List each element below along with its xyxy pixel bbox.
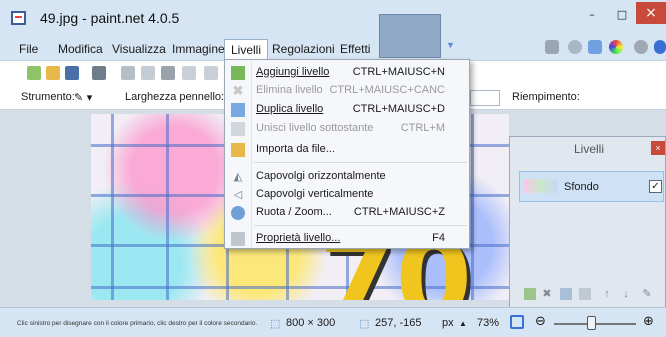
menu-file[interactable]: File (13, 39, 44, 59)
menu-regolazioni[interactable]: Regolazioni (266, 39, 341, 59)
delete-layer-icon[interactable]: ✖ (541, 288, 553, 300)
menu-visualizza[interactable]: Visualizza (106, 39, 172, 59)
merge-layer-icon (231, 122, 245, 136)
image-size-icon: ⬚ (270, 318, 281, 330)
canvas-grid-line (111, 114, 114, 300)
tools-icon[interactable] (545, 40, 559, 54)
layer-name: Sfondo (564, 181, 599, 193)
menu-immagine[interactable]: Immagine (166, 39, 231, 59)
merge-layer-icon[interactable] (579, 288, 591, 300)
deselect-icon[interactable] (204, 66, 218, 80)
zoom-out-icon[interactable]: ⊖ (535, 314, 546, 329)
maximize-button[interactable]: □ (609, 4, 635, 24)
rotate-zoom-icon (231, 206, 245, 220)
layer-item[interactable]: Sfondo ✓ (519, 171, 664, 202)
add-layer-icon[interactable] (524, 288, 536, 300)
menu-separator (254, 162, 467, 163)
history-icon[interactable] (568, 40, 582, 54)
zoom-in-icon[interactable]: ⊕ (643, 314, 654, 329)
save-icon[interactable] (65, 66, 79, 80)
tab-dropdown-arrow-icon[interactable]: ▼ (446, 40, 456, 50)
status-hint-text: Clic sinistro per disegnare con il color… (17, 320, 258, 327)
menu-separator (254, 225, 467, 226)
image-tab-thumbnail[interactable] (379, 14, 441, 58)
cursor-position-readout: 257, -165 (375, 317, 422, 329)
layers-panel-titlebar[interactable]: Livelli × (510, 137, 666, 160)
layers-window-icon[interactable] (588, 40, 602, 54)
import-file-icon (231, 143, 245, 157)
menu-item-rotate-zoom[interactable]: Ruota / Zoom... CTRL+MAIUSC+Z (225, 203, 469, 223)
duplicate-layer-icon[interactable] (560, 288, 572, 300)
menu-item-add-layer[interactable]: Aggiungi livello CTRL+MAIUSC+N (225, 63, 469, 83)
menu-item-layer-properties[interactable]: Proprietà livello... F4 (225, 229, 469, 249)
title-bar: 49.jpg - paint.net 4.0.5 – □ × (0, 0, 666, 36)
close-button[interactable]: × (636, 2, 666, 24)
help-icon[interactable] (654, 40, 666, 54)
colors-window-icon[interactable] (609, 40, 623, 54)
print-icon[interactable] (92, 66, 106, 80)
paintnet-app-icon (11, 11, 26, 25)
paste-icon[interactable] (161, 66, 175, 80)
menu-item-import-from-file[interactable]: Importa da file... (225, 140, 469, 160)
layer-thumbnail (524, 179, 558, 193)
menu-item-delete-layer[interactable]: ✖ Elimina livello CTRL+MAIUSC+CANC (225, 81, 469, 101)
window-title: 49.jpg - paint.net 4.0.5 (40, 10, 180, 26)
new-image-icon[interactable] (27, 66, 41, 80)
layers-dropdown-menu: Aggiungi livello CTRL+MAIUSC+N ✖ Elimina… (224, 59, 470, 249)
layer-properties-icon (231, 232, 245, 246)
brush-tool-icon[interactable]: ✎ ▾ (74, 91, 92, 104)
menu-livelli[interactable]: Livelli (224, 39, 269, 59)
layer-properties-icon[interactable]: ✎ (641, 288, 653, 300)
settings-gear-icon[interactable] (634, 40, 648, 54)
zoom-readout[interactable]: 73% (477, 317, 499, 329)
brush-width-input[interactable] (470, 90, 500, 106)
menu-item-flip-horizontal[interactable]: ◭ Capovolgi orizzontalmente (225, 167, 469, 187)
unit-selector[interactable]: px (442, 317, 454, 329)
open-file-icon[interactable] (46, 66, 60, 80)
flip-horizontal-icon: ◭ (233, 171, 243, 183)
move-layer-down-icon[interactable]: ↓ (620, 288, 632, 300)
crop-icon[interactable] (182, 66, 196, 80)
fill-label: Riempimento: (512, 91, 580, 103)
zoom-slider-thumb[interactable] (587, 316, 596, 330)
brush-width-label: Larghezza pennello: (125, 91, 225, 103)
menu-item-merge-layer[interactable]: Unisci livello sottostante CTRL+M (225, 119, 469, 139)
copy-icon[interactable] (141, 66, 155, 80)
status-bar: Clic sinistro per disegnare con il color… (0, 307, 666, 337)
layers-panel-close-button[interactable]: × (651, 141, 665, 155)
unit-dropdown-icon[interactable]: ▲ (459, 319, 467, 328)
flip-vertical-icon: ◁ (233, 189, 243, 201)
move-layer-up-icon[interactable]: ↑ (601, 288, 613, 300)
menu-modifica[interactable]: Modifica (52, 39, 109, 59)
image-size-readout: 800 × 300 (286, 317, 336, 329)
duplicate-layer-icon (231, 103, 245, 117)
delete-layer-icon: ✖ (232, 83, 244, 98)
canvas-grid-line (166, 114, 169, 300)
zoom-fit-window-icon[interactable] (510, 315, 524, 329)
layers-panel: Livelli × Sfondo ✓ ✖ ↑ ↓ ✎ (509, 136, 666, 312)
cut-icon[interactable] (121, 66, 135, 80)
add-layer-icon (231, 66, 245, 80)
minimize-button[interactable]: – (578, 4, 606, 24)
menu-item-duplicate-layer[interactable]: Duplica livello CTRL+MAIUSC+D (225, 100, 469, 120)
menu-effetti[interactable]: Effetti (334, 39, 376, 59)
cursor-position-icon: ⬚ (359, 318, 370, 330)
menu-bar: File Modifica Visualizza Immagine Livell… (0, 36, 666, 60)
tool-label: Strumento: (21, 91, 75, 103)
layers-panel-title: Livelli (574, 142, 605, 156)
layer-visibility-checkbox[interactable]: ✓ (649, 180, 662, 193)
menu-item-flip-vertical[interactable]: ◁ Capovolgi verticalmente (225, 185, 469, 205)
